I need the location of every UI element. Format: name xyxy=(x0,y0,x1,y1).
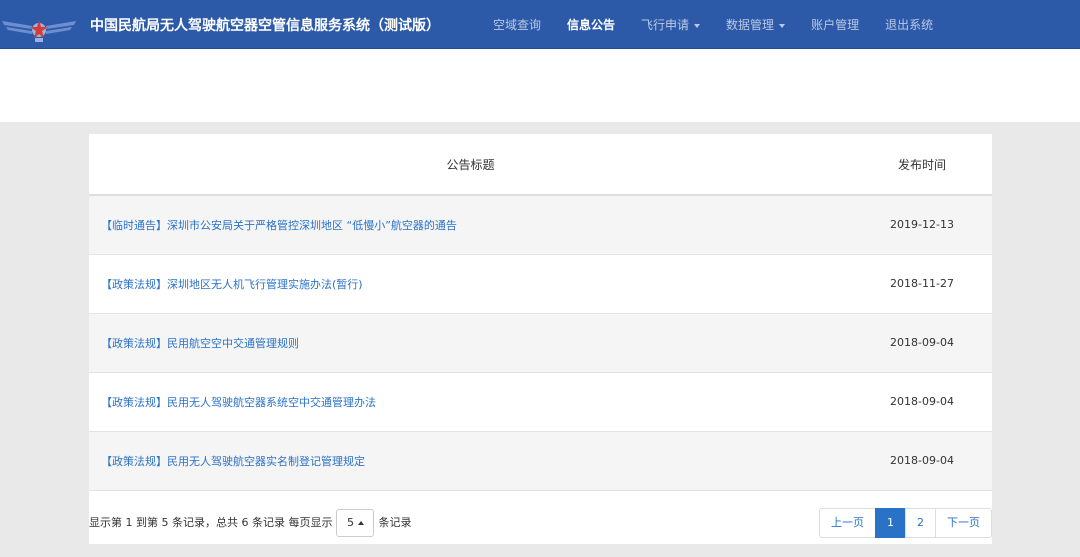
nav-item-label: 退出系统 xyxy=(885,17,934,32)
nav-item-2[interactable]: 信息公告 xyxy=(554,0,628,49)
next-page-button[interactable]: 下一页 xyxy=(935,508,992,538)
nav-item-label: 信息公告 xyxy=(567,17,616,32)
caret-down-icon xyxy=(694,23,701,28)
announcement-title-link[interactable]: 【政策法规】深圳地区无人机飞行管理实施办法(暂行) xyxy=(89,254,852,314)
nav-item-label: 数据管理 xyxy=(726,17,775,32)
announcement-date: 2018-09-04 xyxy=(852,372,992,432)
prev-page-button[interactable]: 上一页 xyxy=(819,508,876,538)
top-navbar: 中国民航局无人驾驶航空器空管信息服务系统（测试版） 空域查询 信息公告 飞行申请 数据… xyxy=(0,0,1080,49)
header-spacer xyxy=(0,49,1080,122)
table-header-row: 公告标题 发布时间 xyxy=(89,134,992,196)
table-row: 【政策法规】民用无人驾驶航空器实名制登记管理规定 2018-09-04 xyxy=(89,431,992,491)
pagination: 上一页 1 2 下一页 xyxy=(819,508,992,538)
page-button-1[interactable]: 1 xyxy=(875,508,906,538)
page-info-suffix: 条记录 xyxy=(378,516,412,529)
column-header-date[interactable]: 发布时间 xyxy=(852,134,992,196)
announcement-date: 2019-12-13 xyxy=(852,195,992,255)
announcement-date: 2018-11-27 xyxy=(852,254,992,314)
column-header-title[interactable]: 公告标题 xyxy=(89,134,852,196)
nav-item-4[interactable]: 数据管理 xyxy=(713,0,798,49)
page-info: 显示第 1 到第 5 条记录，总共 6 条记录 每页显示 5 条记录 xyxy=(89,508,411,538)
nav-item-1[interactable]: 空域查询 xyxy=(480,0,554,49)
page-info-text: 显示第 1 到第 5 条记录，总共 6 条记录 每页显示 xyxy=(89,516,333,529)
announcement-list: 【临时通告】深圳市公安局关于严格管控深圳地区 “低慢小”航空器的通告 2019-1… xyxy=(89,195,992,491)
announcement-table: 公告标题 发布时间 【临时通告】深圳市公安局关于严格管控深圳地区 “低慢小”航空… xyxy=(89,134,992,491)
announcement-date: 2018-09-04 xyxy=(852,313,992,373)
nav-item-label: 账户管理 xyxy=(811,17,860,32)
table-row: 【临时通告】深圳市公安局关于严格管控深圳地区 “低慢小”航空器的通告 2019-1… xyxy=(89,195,992,255)
caret-up-icon xyxy=(357,521,364,525)
page-button-2[interactable]: 2 xyxy=(905,508,936,538)
nav-item-5[interactable]: 账户管理 xyxy=(798,0,872,49)
page-size-select[interactable]: 5 xyxy=(336,509,375,537)
table-row: 【政策法规】民用无人驾驶航空器系统空中交通管理办法 2018-09-04 xyxy=(89,372,992,432)
page-size-value: 5 xyxy=(346,516,354,529)
table-row: 【政策法规】民用航空空中交通管理规则 2018-09-04 xyxy=(89,313,992,373)
caac-wings-logo-icon[interactable] xyxy=(2,16,76,44)
app-title[interactable]: 中国民航局无人驾驶航空器空管信息服务系统（测试版） xyxy=(90,0,440,49)
caret-down-icon xyxy=(779,23,786,28)
table-row: 【政策法规】深圳地区无人机飞行管理实施办法(暂行) 2018-11-27 xyxy=(89,254,992,314)
announcement-title-link[interactable]: 【临时通告】深圳市公安局关于严格管控深圳地区 “低慢小”航空器的通告 xyxy=(89,195,852,255)
announcement-title-link[interactable]: 【政策法规】民用航空空中交通管理规则 xyxy=(89,313,852,373)
nav-item-6[interactable]: 退出系统 xyxy=(872,0,946,49)
table-footer: 显示第 1 到第 5 条记录，总共 6 条记录 每页显示 5 条记录 上一页 1 2… xyxy=(89,508,992,538)
announcement-title-link[interactable]: 【政策法规】民用无人驾驶航空器系统空中交通管理办法 xyxy=(89,372,852,432)
nav-item-label: 飞行申请 xyxy=(641,17,690,32)
announcement-date: 2018-09-04 xyxy=(852,431,992,491)
main-nav: 空域查询 信息公告 飞行申请 数据管理 账户管理 退出系统 xyxy=(480,0,946,49)
announcement-panel: 公告标题 发布时间 【临时通告】深圳市公安局关于严格管控深圳地区 “低慢小”航空… xyxy=(89,134,992,544)
nav-item-label: 空域查询 xyxy=(493,17,542,32)
nav-item-3[interactable]: 飞行申请 xyxy=(628,0,713,49)
announcement-title-link[interactable]: 【政策法规】民用无人驾驶航空器实名制登记管理规定 xyxy=(89,431,852,491)
